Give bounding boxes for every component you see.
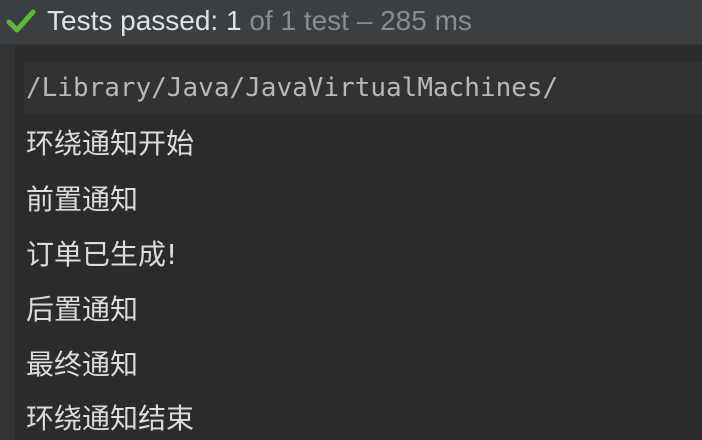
console-output-line: 订单已生成! bbox=[26, 238, 178, 271]
test-status-text: Tests passed: 1 of 1 test – 285 ms bbox=[47, 4, 472, 38]
jvm-path-line: /Library/Java/JavaVirtualMachines/ bbox=[24, 62, 702, 114]
status-summary: of 1 test – 285 ms bbox=[249, 5, 472, 36]
check-icon bbox=[6, 9, 36, 33]
console-output-line: 最终通知 bbox=[26, 348, 139, 381]
console-gutter bbox=[0, 45, 15, 440]
test-status-bar: Tests passed: 1 of 1 test – 285 ms bbox=[0, 0, 702, 45]
console-output-line: 后置通知 bbox=[26, 293, 139, 326]
status-label: Tests passed: bbox=[47, 5, 219, 36]
console-output-line: 环绕通知结束 bbox=[26, 402, 195, 435]
console-output-line: 环绕通知开始 bbox=[26, 127, 195, 160]
passed-count: 1 bbox=[225, 5, 242, 36]
console-output-line: 前置通知 bbox=[26, 183, 139, 216]
